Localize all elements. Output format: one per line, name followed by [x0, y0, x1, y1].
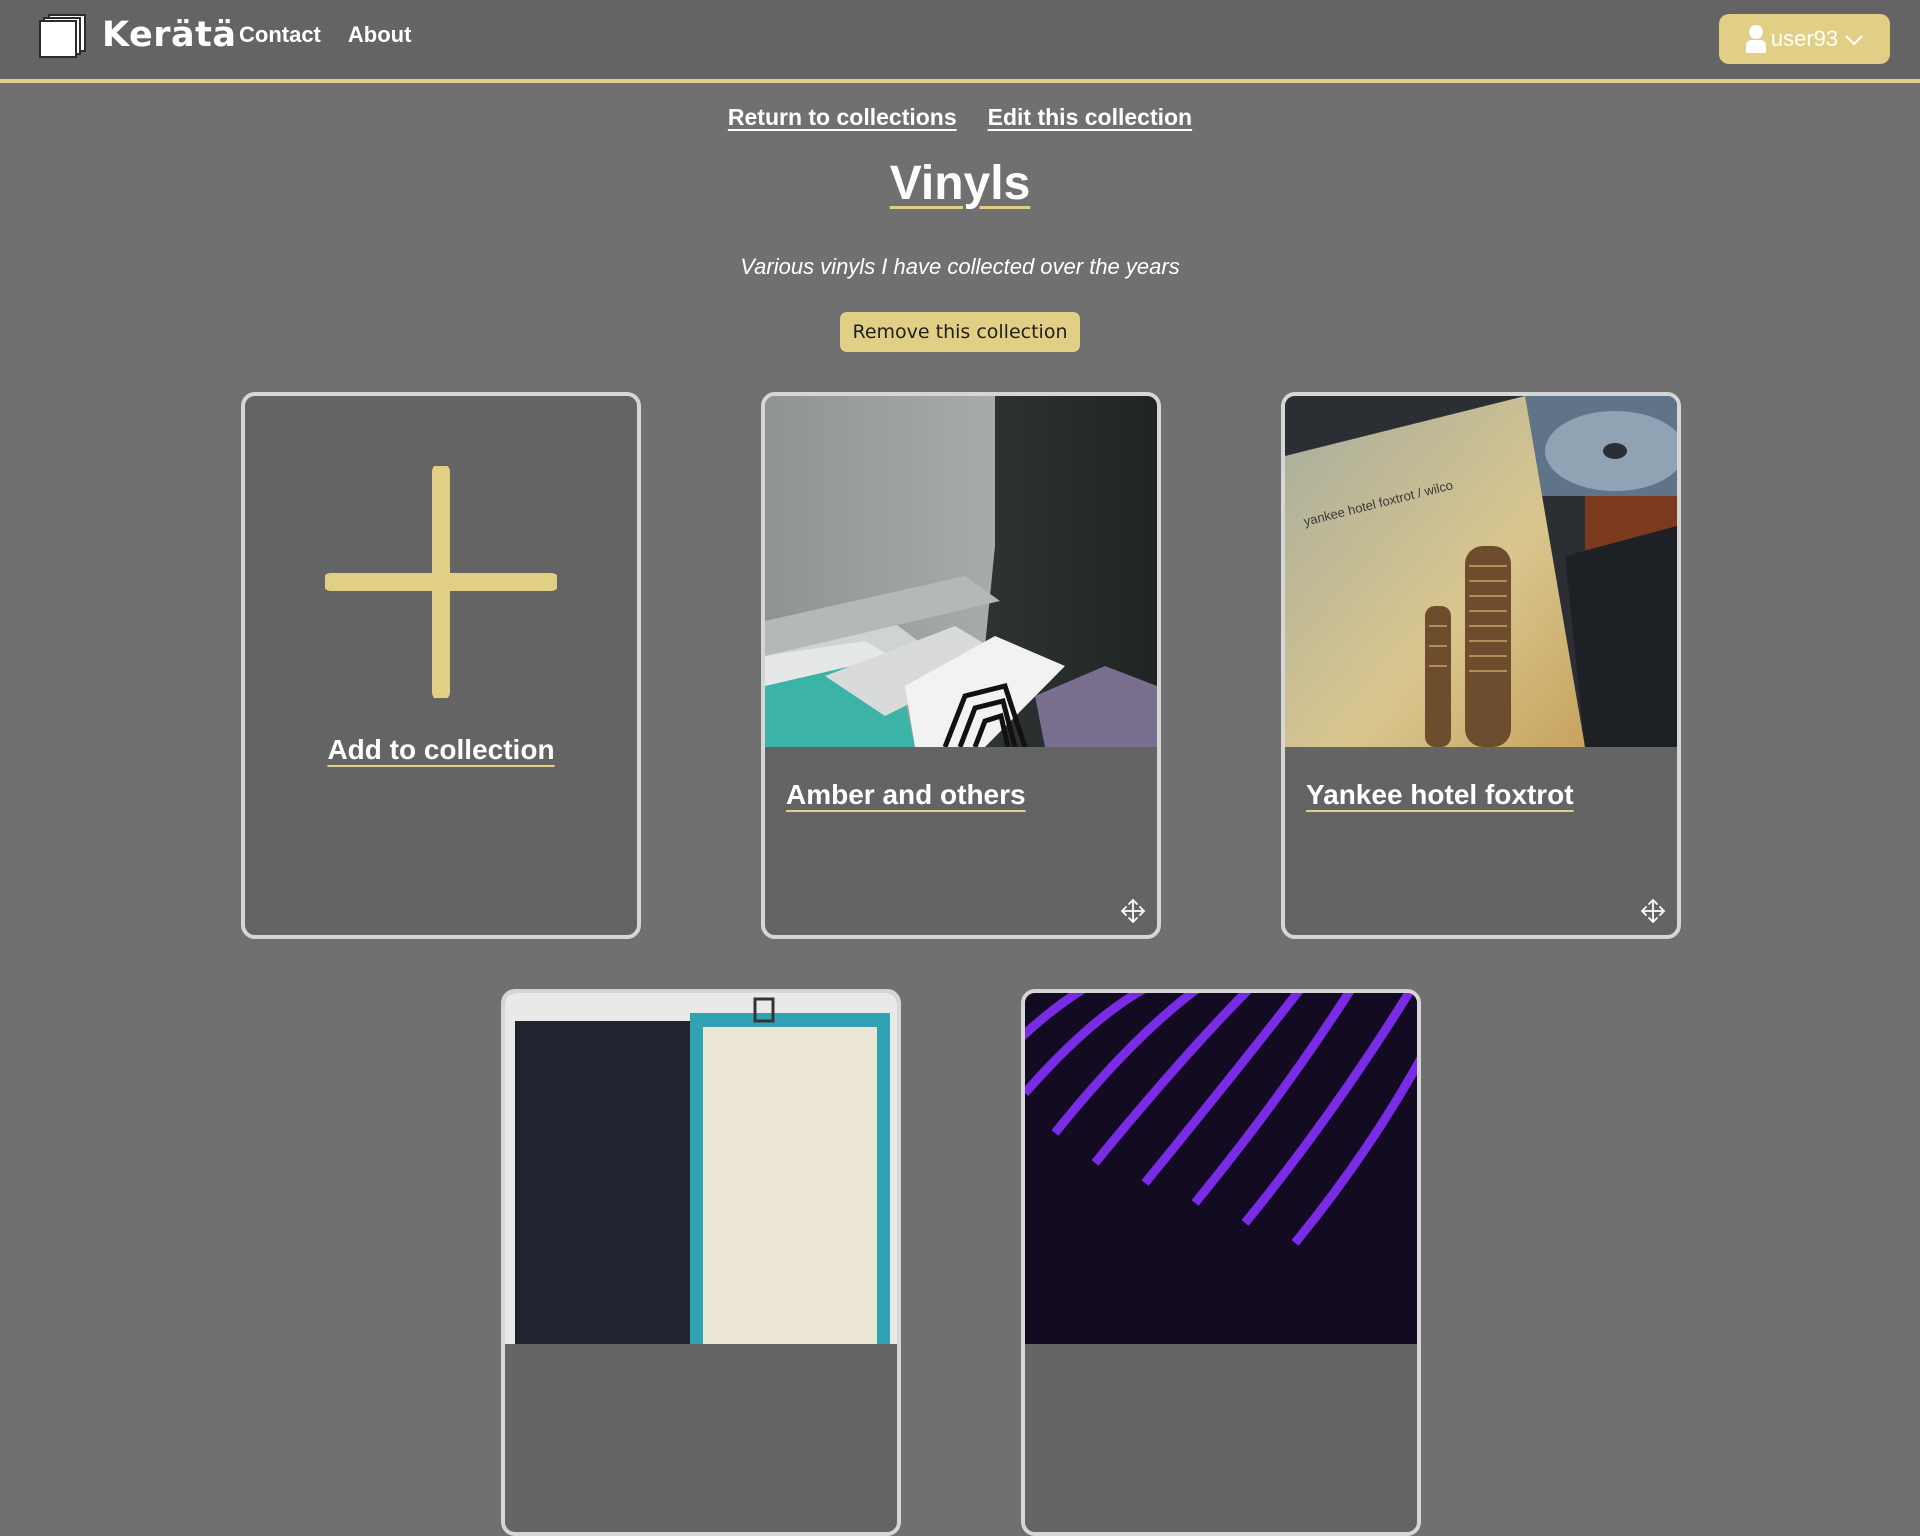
brand-link[interactable]: Kerätä — [38, 12, 236, 58]
vinyl-crate-photo — [765, 396, 1157, 747]
item-card[interactable]: yankee hotel foxtrot / wilco Yankee hote… — [1281, 392, 1681, 939]
add-to-collection-link[interactable]: Add to collection — [327, 734, 554, 765]
return-to-collections-link[interactable]: Return to collections — [728, 104, 957, 131]
brand-name: Kerätä — [102, 15, 237, 55]
title-wrapper: Vinyls — [0, 156, 1920, 211]
remove-collection-button[interactable]: Remove this collection — [840, 312, 1080, 352]
item-card[interactable]: Amber and others — [761, 392, 1161, 939]
logo-icon — [38, 12, 88, 58]
remove-wrapper: Remove this collection — [0, 312, 1920, 352]
chevron-down-icon — [1845, 35, 1863, 46]
add-to-collection-card[interactable]: Add to collection — [241, 392, 641, 939]
collection-actions: Return to collections Edit this collecti… — [0, 104, 1920, 131]
purple-swirl-record-photo — [1025, 993, 1417, 1344]
item-card[interactable] — [501, 989, 901, 1536]
move-icon[interactable] — [1639, 897, 1667, 925]
user-icon — [1745, 25, 1766, 53]
plus-icon — [325, 466, 557, 698]
username-label: user93 — [1770, 26, 1839, 51]
nav-about-link[interactable]: About — [348, 22, 412, 48]
collection-description: Various vinyls I have collected over the… — [740, 254, 1180, 279]
item-card[interactable] — [1021, 989, 1421, 1536]
page-title: Vinyls — [889, 157, 1031, 210]
navbar: Kerätä Contact About user93 — [0, 0, 1920, 83]
yankee-hotel-foxtrot-record-photo: yankee hotel foxtrot / wilco — [1285, 396, 1677, 747]
item-title-link[interactable]: Amber and others — [786, 779, 1026, 811]
user-menu-button[interactable]: user93 — [1719, 14, 1890, 64]
nav-contact-link[interactable]: Contact — [239, 22, 321, 48]
record-case-photo — [505, 993, 897, 1344]
edit-collection-link[interactable]: Edit this collection — [988, 104, 1192, 131]
main-nav: Contact About — [239, 22, 411, 48]
add-label-wrapper: Add to collection — [245, 734, 637, 766]
move-icon[interactable] — [1119, 897, 1147, 925]
item-title-link[interactable]: Yankee hotel foxtrot — [1306, 779, 1574, 811]
